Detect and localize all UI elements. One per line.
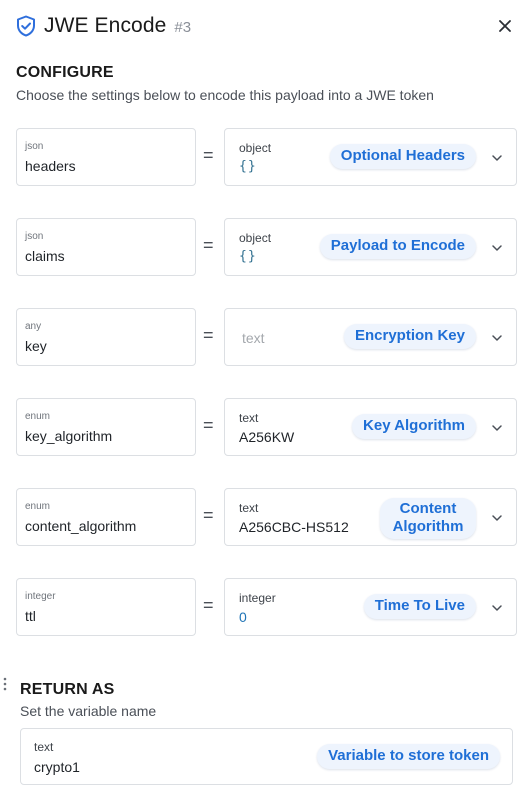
chevron-down-icon[interactable] (490, 511, 504, 525)
field-name-box[interactable]: any key (16, 308, 196, 366)
value-type: object (239, 231, 272, 245)
field-label-badge: Payload to Encode (319, 234, 476, 259)
field-type: any (25, 321, 42, 332)
equals-sign: = (203, 505, 214, 525)
field-name: headers (25, 158, 76, 174)
value-select-headers[interactable]: object {} Optional Headers (224, 128, 517, 186)
field-name-box[interactable]: json claims (16, 218, 196, 276)
equals-sign: = (203, 235, 214, 255)
value-type: text (239, 411, 259, 425)
field-label-badge: Encryption Key (343, 324, 476, 349)
equals-sign: = (203, 415, 214, 435)
field-type: enum (25, 501, 51, 512)
field-label-badge: Key Algorithm (352, 414, 476, 439)
field-name-box[interactable]: integer ttl (16, 578, 196, 636)
equals-sign: = (203, 145, 214, 165)
chevron-down-icon[interactable] (490, 241, 504, 255)
chevron-down-icon[interactable] (490, 151, 504, 165)
value-type: text (239, 501, 259, 515)
value-select-key-algorithm[interactable]: text A256KW Key Algorithm (224, 398, 517, 456)
step-number: #3 (174, 18, 192, 36)
configure-description: Choose the settings below to encode this… (16, 87, 434, 103)
field-type: integer (25, 591, 56, 602)
field-row-headers: json headers = object {} Optional Header… (16, 128, 517, 186)
field-name-box[interactable]: enum key_algorithm (16, 398, 196, 456)
return-as-description: Set the variable name (20, 703, 157, 719)
field-label-line-2: Algorithm (392, 518, 464, 535)
field-name: ttl (25, 608, 36, 624)
field-row-key: any key = text Encryption Key (16, 308, 517, 366)
field-type: json (25, 231, 44, 242)
value-text: A256CBC-HS512 (239, 519, 349, 535)
close-icon[interactable] (495, 16, 515, 36)
field-type: enum (25, 411, 51, 422)
value-text: 0 (239, 609, 247, 625)
field-label-badge: Content Algorithm (380, 498, 476, 539)
equals-sign: = (203, 325, 214, 345)
field-row-content-algorithm: enum content_algorithm = text A256CBC-HS… (16, 488, 517, 546)
field-type: json (25, 141, 44, 152)
field-label-badge: Time To Live (363, 594, 476, 619)
chevron-down-icon[interactable] (490, 331, 504, 345)
field-name: key (25, 338, 47, 354)
field-name: content_algorithm (25, 518, 137, 534)
chevron-down-icon[interactable] (490, 601, 504, 615)
field-name: key_algorithm (25, 428, 113, 444)
field-name-box[interactable]: json headers (16, 128, 196, 186)
value-placeholder: text (242, 330, 265, 346)
value-type: text (34, 740, 54, 754)
value-select-content-algorithm[interactable]: text A256CBC-HS512 Content Algorithm (224, 488, 517, 546)
value-select-claims[interactable]: object {} Payload to Encode (224, 218, 517, 276)
return-as-heading: RETURN AS (20, 681, 115, 698)
chevron-down-icon[interactable] (490, 421, 504, 435)
value-input-ttl[interactable]: integer 0 Time To Live (224, 578, 517, 636)
value-type: object (239, 141, 272, 155)
panel-header: JWE Encode #3 (16, 12, 519, 40)
field-label-badge: Variable to store token (317, 744, 500, 769)
drag-handle-icon[interactable] (3, 677, 7, 691)
shield-check-icon (16, 15, 38, 37)
value-input-key[interactable]: text Encryption Key (224, 308, 517, 366)
field-name: claims (25, 248, 65, 264)
value-text: {} (239, 249, 257, 264)
page-title: JWE Encode (44, 14, 167, 37)
field-label-line-1: Content (399, 500, 457, 517)
return-variable-input[interactable]: text crypto1 Variable to store token (20, 728, 513, 785)
field-row-ttl: integer ttl = integer 0 Time To Live (16, 578, 517, 636)
field-name-box[interactable]: enum content_algorithm (16, 488, 196, 546)
field-row-claims: json claims = object {} Payload to Encod… (16, 218, 517, 276)
field-label-badge: Optional Headers (329, 144, 476, 169)
value-text: A256KW (239, 429, 295, 445)
value-text: {} (239, 159, 257, 174)
field-row-key-algorithm: enum key_algorithm = text A256KW Key Alg… (16, 398, 517, 456)
variable-name: crypto1 (34, 759, 80, 775)
configure-heading: CONFIGURE (16, 64, 114, 81)
value-type: integer (239, 591, 276, 605)
equals-sign: = (203, 595, 214, 615)
